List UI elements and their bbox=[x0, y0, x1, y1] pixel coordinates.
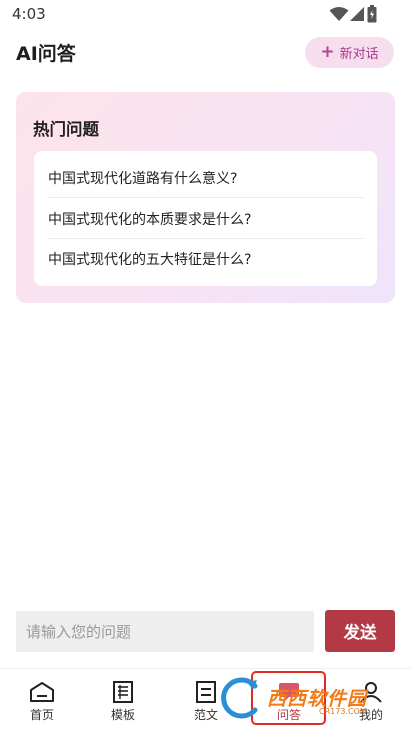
hot-questions-card: 热门问题 中国式现代化道路有什么意义? 中国式现代化的本质要求是什么? 中国式现… bbox=[16, 92, 395, 303]
new-chat-button[interactable]: + 新对话 bbox=[305, 37, 394, 68]
watermark-logo-icon bbox=[221, 677, 258, 719]
status-icons bbox=[329, 5, 377, 23]
nav-label-home: 首页 bbox=[29, 708, 54, 722]
send-button[interactable]: 发送 bbox=[325, 610, 395, 652]
plus-icon: + bbox=[320, 42, 335, 62]
page-title: AI问答 bbox=[16, 43, 76, 65]
header: AI问答 + 新对话 bbox=[0, 30, 411, 76]
question-input[interactable]: 请输入您的问题 bbox=[16, 611, 314, 652]
status-bar: 4:03 bbox=[0, 0, 411, 28]
battery-icon bbox=[367, 5, 377, 23]
hot-question-item[interactable]: 中国式现代化的五大特征是什么? bbox=[48, 239, 364, 279]
hot-question-item[interactable]: 中国式现代化的本质要求是什么? bbox=[48, 199, 364, 239]
template-icon bbox=[113, 681, 133, 703]
nav-item-home[interactable]: 首页 bbox=[12, 681, 72, 727]
wifi-icon bbox=[329, 7, 349, 21]
watermark-subtext: CR173.COM bbox=[319, 707, 367, 716]
hot-questions-list: 中国式现代化道路有什么意义? 中国式现代化的本质要求是什么? 中国式现代化的五大… bbox=[34, 151, 377, 286]
sample-essay-icon bbox=[196, 681, 216, 703]
nav-label-template: 模板 bbox=[110, 708, 135, 722]
signal-icon bbox=[350, 7, 364, 21]
hot-questions-title: 热门问题 bbox=[33, 120, 99, 139]
watermark: 西西软件园 CR173.COM bbox=[217, 672, 397, 724]
home-icon bbox=[30, 682, 54, 702]
new-chat-label: 新对话 bbox=[339, 47, 379, 62]
hot-question-item[interactable]: 中国式现代化道路有什么意义? bbox=[48, 158, 364, 198]
status-time: 4:03 bbox=[12, 5, 46, 23]
nav-item-template[interactable]: 模板 bbox=[93, 681, 153, 727]
